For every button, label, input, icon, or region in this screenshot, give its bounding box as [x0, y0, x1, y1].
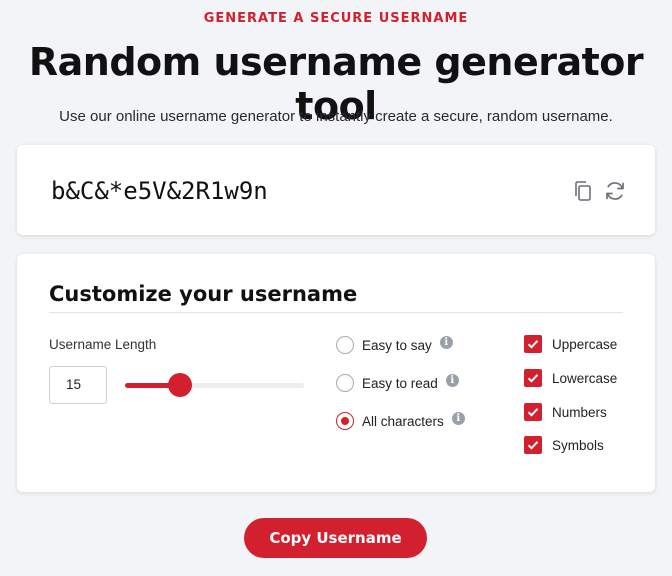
generated-username: b&C&*e5V&2R1w9n: [51, 177, 268, 205]
page-subtitle: Use our online username generator to ins…: [59, 108, 613, 125]
username-output-card: b&C&*e5V&2R1w9n: [17, 145, 655, 235]
option-label: Lowercase: [552, 370, 618, 386]
eyebrow-label: GENERATE A SECURE USERNAME: [203, 11, 469, 26]
option-uppercase[interactable]: Uppercase: [524, 334, 617, 354]
radio-button[interactable]: [336, 374, 354, 392]
checkbox-checked[interactable]: [524, 335, 542, 353]
copy-icon[interactable]: [571, 179, 595, 203]
refresh-icon[interactable]: [603, 179, 627, 203]
info-icon[interactable]: i: [439, 335, 453, 349]
checkbox-checked[interactable]: [524, 403, 542, 421]
mode-label: Easy to say: [362, 337, 432, 353]
option-label: Numbers: [552, 404, 607, 420]
option-label: Uppercase: [552, 336, 618, 352]
mode-easy-to-say[interactable]: Easy to say i: [336, 334, 453, 356]
length-slider[interactable]: [125, 373, 304, 397]
customize-card: Customize your username Username Length …: [17, 254, 655, 492]
mode-label: All characters: [362, 413, 444, 429]
divider: [49, 312, 623, 313]
mode-all-characters[interactable]: All characters i: [336, 410, 465, 432]
checkbox-checked[interactable]: [524, 436, 542, 454]
copy-username-button[interactable]: Copy Username: [244, 518, 427, 558]
mode-label: Easy to read: [362, 375, 438, 391]
length-label: Username Length: [49, 337, 157, 352]
option-numbers[interactable]: Numbers: [524, 402, 607, 422]
info-icon[interactable]: i: [445, 373, 459, 387]
customize-heading: Customize your username: [49, 282, 358, 306]
slider-thumb[interactable]: [168, 373, 193, 397]
mode-easy-to-read[interactable]: Easy to read i: [336, 372, 459, 394]
info-icon[interactable]: i: [451, 411, 465, 425]
option-symbols[interactable]: Symbols: [524, 435, 604, 455]
radio-button[interactable]: [336, 336, 354, 354]
checkbox-checked[interactable]: [524, 369, 542, 387]
option-lowercase[interactable]: Lowercase: [524, 368, 617, 388]
length-input[interactable]: 15: [49, 366, 107, 404]
radio-button-selected[interactable]: [336, 412, 354, 430]
option-label: Symbols: [552, 437, 604, 453]
